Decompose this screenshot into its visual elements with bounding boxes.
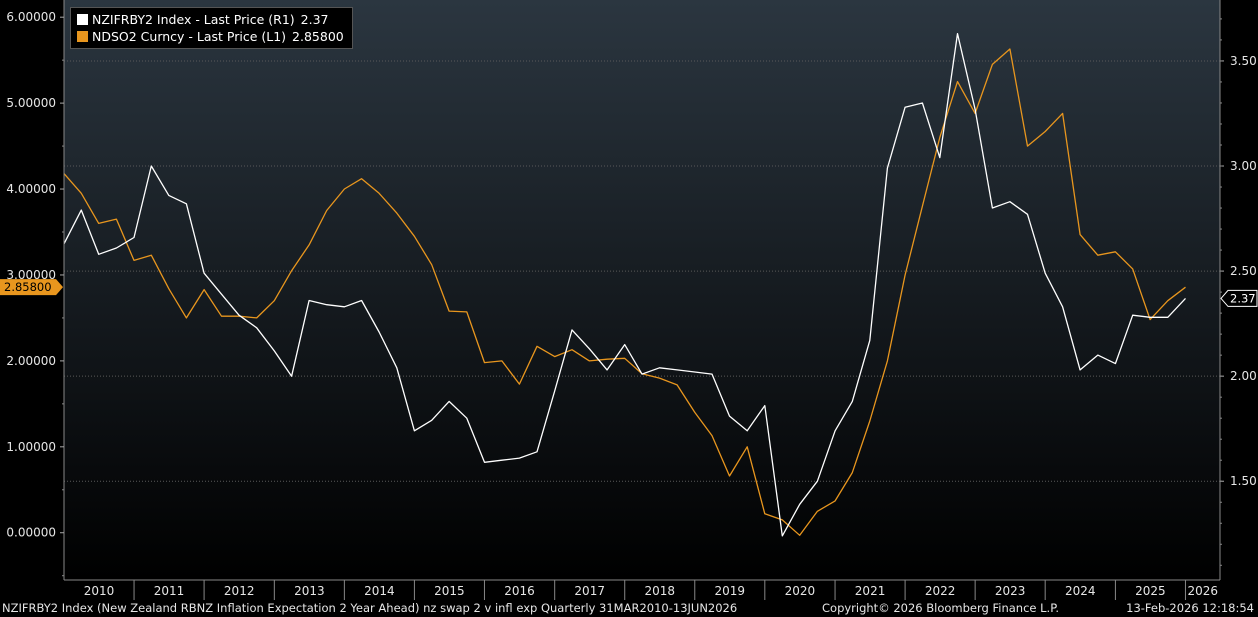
legend-swatch-orange [77,31,88,42]
x-axis-tick-label: 2010 [84,584,115,598]
legend-value: 2.37 [300,12,329,27]
x-axis-tick-label: 2020 [785,584,816,598]
x-axis-tick-label: 2011 [154,584,185,598]
right-axis-tick-label: 3.00 [1230,159,1257,173]
x-axis-tick-label: 2014 [364,584,395,598]
x-axis-tick-label: 2026 [1187,584,1218,598]
x-axis-tick-label: 2017 [574,584,605,598]
left-last-value-label: 2.85800 [4,280,52,294]
left-axis-tick-label: 6.00000 [6,10,56,24]
x-axis-tick-label: 2018 [644,584,675,598]
left-axis-tick-label: 5.00000 [6,96,56,110]
legend-label: NZIFRBY2 Index - Last Price (R1) [92,12,295,27]
footer-timestamp: 13-Feb-2026 12:18:54 [1126,601,1254,615]
legend-label: NDSO2 Curncy - Last Price (L1) [92,29,287,44]
x-axis-tick-label: 2019 [715,584,746,598]
left-axis-tick-label: 0.00000 [6,526,56,540]
x-axis-tick-label: 2023 [995,584,1026,598]
x-axis-tick-label: 2012 [224,584,255,598]
right-last-value-label: 2.37 [1230,291,1256,305]
x-axis-tick-label: 2015 [434,584,465,598]
x-axis-tick-label: 2021 [855,584,886,598]
right-axis-tick-label: 1.50 [1230,474,1257,488]
right-axis-tick-label: 2.00 [1230,369,1257,383]
legend-swatch-white [77,14,88,25]
chart-window: 2010 2011 2012 2013 2014 2015 2016 2017 2018 2019… [0,0,1258,617]
footer-copyright: Copyright© 2026 Bloomberg Finance L.P. [822,601,1059,615]
x-axis-tick-label: 2024 [1065,584,1096,598]
x-axis-tick-label: 2016 [504,584,535,598]
left-axis-tick-label: 1.00000 [6,440,56,454]
footer-description: NZIFRBY2 Index (New Zealand RBNZ Inflati… [2,601,738,615]
legend-value: 2.85800 [292,29,344,44]
x-axis-tick-label: 2022 [925,584,956,598]
left-axis-tick-label: 2.00000 [6,354,56,368]
x-axis-tick-label: 2013 [294,584,325,598]
legend-item-nzifrby2: NZIFRBY2 Index - Last Price (R1) 2.37 [77,11,344,28]
legend-item-ndso2: NDSO2 Curncy - Last Price (L1) 2.85800 [77,28,344,45]
x-axis-tick-label: 2025 [1135,584,1166,598]
line-chart: 2010 2011 2012 2013 2014 2015 2016 2017 2018 2019… [0,0,1258,600]
legend: NZIFRBY2 Index - Last Price (R1) 2.37 ND… [70,7,353,49]
plot-background [64,0,1220,580]
right-axis-tick-label: 2.50 [1230,264,1257,278]
left-axis-tick-label: 4.00000 [6,182,56,196]
right-axis-tick-label: 3.50 [1230,54,1257,68]
